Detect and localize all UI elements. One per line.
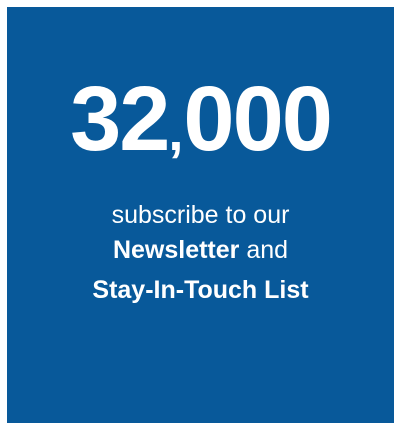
subscriber-count: 32,000 [7,73,394,178]
newsletter-label: Newsletter [112,236,240,264]
stay-in-touch-list-label: Stay-In-Touch List [92,276,309,304]
caption-subscribe-text: subscribe to our [111,201,290,229]
subscriber-count-lead: 32 [70,68,170,170]
subscriber-count-tail: 000 [183,68,332,170]
caption-newsletter-line: Newsletter and [7,234,394,266]
subscriber-count-comma: , [168,102,184,162]
stat-panel: 32,000 subscribe to our Newsletter and S… [7,7,394,423]
and-label: and [239,236,289,264]
